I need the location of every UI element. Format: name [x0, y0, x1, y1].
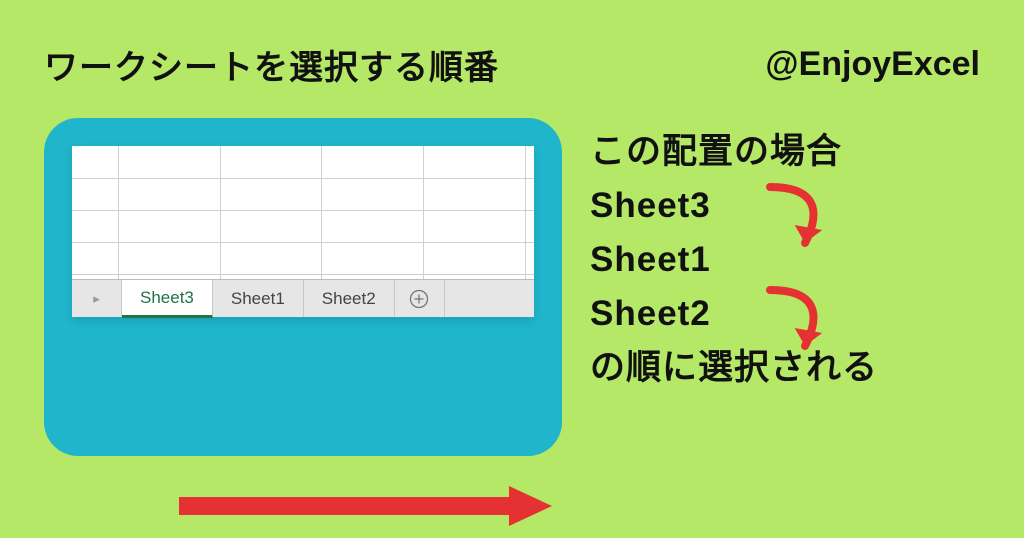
add-sheet-button[interactable] — [395, 280, 445, 317]
sheet-nav-button[interactable]: ▸ — [72, 280, 122, 317]
sheet-tab-bar: ▸ Sheet3 Sheet1 Sheet2 — [72, 279, 534, 317]
tab-label: Sheet3 — [140, 288, 194, 308]
order-sheet1: Sheet1 — [590, 233, 711, 287]
page-title: ワークシートを選択する順番 — [44, 40, 499, 89]
chevron-right-icon: ▸ — [93, 291, 100, 307]
tab-label: Sheet1 — [231, 289, 285, 309]
order-sheet2: Sheet2 — [590, 287, 711, 341]
sheet-tab-sheet2[interactable]: Sheet2 — [304, 280, 395, 317]
flow-arrow-2-icon — [760, 278, 840, 368]
header: ワークシートを選択する順番 @EnjoyExcel — [44, 40, 980, 89]
direction-arrow-icon — [174, 483, 554, 529]
author-handle: @EnjoyExcel — [765, 45, 980, 84]
sheet-tab-sheet1[interactable]: Sheet1 — [213, 280, 304, 317]
excel-window: ▸ Sheet3 Sheet1 Sheet2 — [72, 146, 534, 317]
sheet-tab-sheet3[interactable]: Sheet3 — [122, 280, 213, 318]
flow-arrow-1-icon — [760, 175, 840, 265]
order-sheet3: Sheet3 — [590, 179, 711, 233]
tab-label: Sheet2 — [322, 289, 376, 309]
excel-panel: ▸ Sheet3 Sheet1 Sheet2 — [44, 118, 562, 456]
spreadsheet-grid — [72, 146, 534, 279]
plus-circle-icon — [409, 289, 429, 309]
explain-line: この配置の場合 — [590, 125, 878, 179]
